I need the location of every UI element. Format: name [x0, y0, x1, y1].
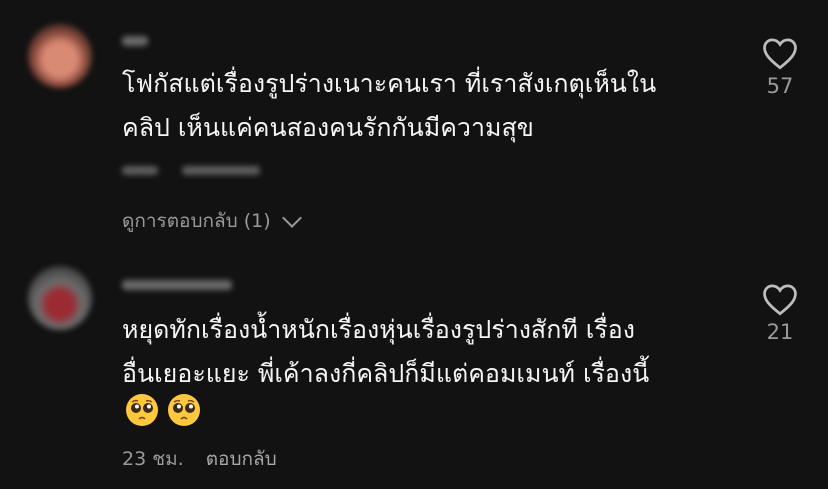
- timestamp-blurred: [122, 166, 158, 175]
- avatar[interactable]: [28, 266, 92, 330]
- comment-time: 23 ชม.: [122, 448, 184, 470]
- like-count: 21: [766, 320, 794, 344]
- view-replies-label: ดูการตอบกลับ (1): [122, 210, 271, 232]
- comment-text: หยุดทักเรื่องน้ำหนักเรื่องหุ่นเรื่องรูปร…: [122, 315, 650, 388]
- reply-blurred[interactable]: [182, 166, 260, 175]
- pleading-face-emoji: [168, 394, 200, 426]
- heart-icon: [763, 284, 797, 316]
- username-blurred[interactable]: [122, 280, 232, 290]
- username-blurred[interactable]: [122, 36, 148, 46]
- emoji-row: [124, 392, 202, 428]
- view-replies-button[interactable]: ดูการตอบกลับ (1): [122, 206, 302, 236]
- comment-meta: 23 ชม. ตอบกลับ: [122, 444, 277, 474]
- comment-item: โฟกัสแต่เรื่องรูปร่างเนาะคนเรา ที่เราสัง…: [0, 18, 828, 248]
- like-count: 57: [766, 74, 794, 98]
- heart-icon: [763, 38, 797, 70]
- chevron-down-icon: [281, 208, 302, 228]
- pleading-face-emoji: [126, 394, 158, 426]
- comment-text: โฟกัสแต่เรื่องรูปร่างเนาะคนเรา ที่เราสัง…: [122, 69, 657, 142]
- reply-button[interactable]: ตอบกลับ: [206, 444, 277, 474]
- comment-item: หยุดทักเรื่องน้ำหนักเรื่องหุ่นเรื่องรูปร…: [0, 262, 828, 489]
- avatar[interactable]: [28, 24, 92, 88]
- like-button[interactable]: 57: [758, 36, 802, 98]
- like-button[interactable]: 21: [758, 282, 802, 344]
